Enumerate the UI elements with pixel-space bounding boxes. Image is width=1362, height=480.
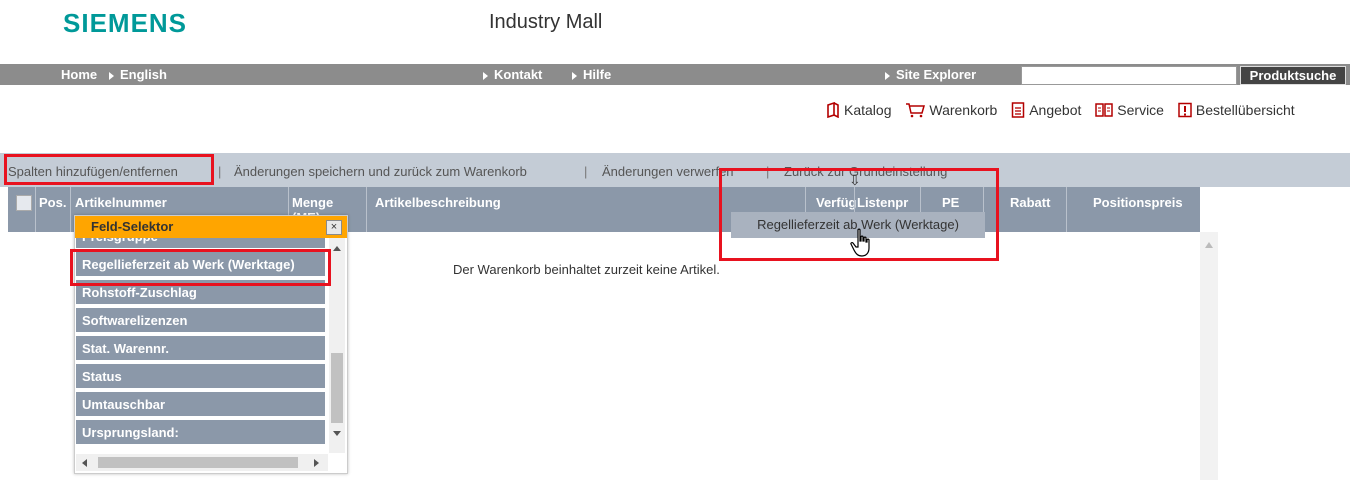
site-title: Industry Mall: [489, 11, 603, 33]
nav-language-label: English: [120, 67, 167, 82]
highlight-field-item: [70, 249, 331, 286]
quicklink-orders-label: Bestellübersicht: [1195, 102, 1295, 118]
quicklink-orders[interactable]: Bestellübersicht: [1178, 102, 1295, 118]
highlight-add-remove-columns: [4, 154, 214, 185]
column-divider: [70, 187, 71, 232]
quicklink-catalog-label: Katalog: [844, 102, 892, 118]
quicklink-cart[interactable]: Warenkorb: [905, 102, 997, 118]
scroll-thumb[interactable]: [331, 353, 343, 423]
triangle-right-icon: [885, 71, 890, 80]
column-position-price[interactable]: Positionspreis: [1093, 195, 1183, 210]
scroll-up-icon[interactable]: [333, 246, 341, 251]
nav-contact-label: Kontakt: [494, 67, 543, 82]
nav-help-label: Hilfe: [583, 67, 612, 82]
nav-site-explorer-label: Site Explorer: [896, 67, 977, 82]
column-discount[interactable]: Rabatt: [1010, 195, 1050, 210]
scroll-down-icon[interactable]: [333, 431, 341, 436]
field-selector-header[interactable]: Feld-Selektor ×: [75, 216, 347, 238]
quicklink-service[interactable]: Service: [1095, 102, 1164, 118]
separator: |: [218, 164, 222, 179]
triangle-right-icon: [483, 71, 488, 80]
nav-help[interactable]: Hilfe: [572, 67, 611, 82]
column-article-number[interactable]: Artikelnummer: [75, 195, 167, 210]
field-selector-title: Feld-Selektor: [91, 219, 174, 234]
save-and-back-link[interactable]: Änderungen speichern und zurück zum Ware…: [234, 164, 527, 179]
column-description[interactable]: Artikelbeschreibung: [375, 195, 501, 210]
triangle-right-icon: [572, 71, 577, 80]
column-divider: [1066, 187, 1067, 232]
cart-icon: [906, 103, 926, 118]
discard-changes-link[interactable]: Änderungen verwerfen: [602, 164, 734, 179]
catalog-icon: [827, 102, 839, 118]
column-divider: [35, 187, 36, 232]
scroll-left-icon[interactable]: [82, 459, 87, 467]
field-item-softwarelizenzen[interactable]: Softwarelizenzen: [76, 308, 325, 334]
column-divider: [366, 187, 367, 232]
field-item-ursprungsland[interactable]: Ursprungsland:: [76, 420, 325, 446]
column-pos[interactable]: Pos.: [39, 195, 66, 210]
nav-language[interactable]: English: [109, 67, 167, 82]
product-search-input[interactable]: [1021, 66, 1237, 85]
book-icon: [1095, 103, 1114, 117]
document-icon: [1011, 102, 1025, 118]
field-selector-vertical-scrollbar[interactable]: [329, 238, 345, 453]
empty-cart-message: Der Warenkorb beinhaltet zurzeit keine A…: [453, 262, 720, 277]
nav-contact[interactable]: Kontakt: [483, 67, 542, 82]
scroll-up-icon[interactable]: [1205, 242, 1213, 248]
scroll-right-icon[interactable]: [314, 459, 319, 467]
close-icon[interactable]: ×: [326, 220, 342, 235]
separator: |: [584, 164, 588, 179]
nav-site-explorer[interactable]: Site Explorer: [885, 67, 976, 82]
nav-home[interactable]: Home: [61, 67, 97, 82]
product-search-button[interactable]: Produktsuche: [1240, 66, 1346, 85]
highlight-drop-target: [719, 168, 999, 261]
quicklink-catalog[interactable]: Katalog: [826, 102, 891, 118]
quicklink-quote[interactable]: Angebot: [1011, 102, 1081, 118]
field-selector-horizontal-scrollbar[interactable]: [76, 454, 328, 471]
field-item-umtauschbar[interactable]: Umtauschbar: [76, 392, 325, 418]
quick-links: Katalog Warenkorb Angebot Service Bestel…: [826, 102, 1305, 121]
quicklink-service-label: Service: [1117, 102, 1164, 118]
warning-icon: [1178, 102, 1192, 118]
field-item-status[interactable]: Status: [76, 364, 325, 390]
siemens-logo[interactable]: SIEMENS: [63, 8, 187, 39]
triangle-right-icon: [109, 71, 114, 80]
select-all-checkbox[interactable]: [16, 195, 32, 211]
field-item-stat-warennr[interactable]: Stat. Warennr.: [76, 336, 325, 362]
scroll-thumb[interactable]: [98, 457, 298, 468]
column-quantity[interactable]: Menge: [292, 195, 333, 210]
quicklink-cart-label: Warenkorb: [929, 102, 998, 118]
quicklink-quote-label: Angebot: [1029, 102, 1082, 118]
table-scrollbar[interactable]: [1200, 232, 1218, 480]
